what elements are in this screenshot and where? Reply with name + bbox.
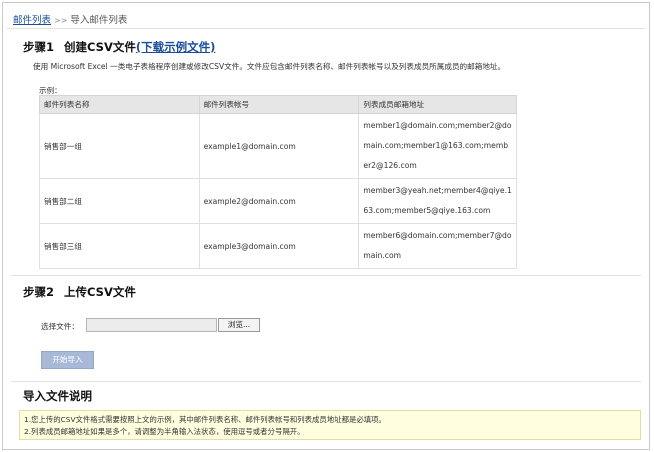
page-frame: 邮件列表 >> 导入邮件列表 步骤1 创建CSV文件(下载示例文件) 使用 Micro…	[2, 2, 650, 450]
cell-list-account: example3@domain.com	[198, 223, 360, 269]
breadcrumb-current: 导入邮件列表	[70, 15, 128, 26]
notes-divider	[11, 381, 641, 382]
file-select-label: 选择文件：	[41, 322, 79, 331]
step2-heading: 步骤2 上传CSV文件	[23, 284, 136, 300]
cell-list-account: example2@domain.com	[198, 178, 360, 224]
step1-heading: 步骤1 创建CSV文件(下载示例文件)	[23, 39, 215, 55]
cell-list-name: 销售部一组	[39, 113, 200, 179]
table-row: 销售部一组 example1@domain.com member1@domain…	[39, 113, 517, 179]
download-sample-link[interactable]: (下载示例文件)	[136, 40, 216, 54]
cell-member-emails: member3@yeah.net;member4@qiye.163.com;me…	[358, 178, 517, 224]
step1-number: 步骤1	[23, 40, 55, 54]
cell-member-emails: member6@domain.com;member7@domain.com	[358, 223, 517, 269]
step1-title: 创建CSV文件	[64, 40, 136, 54]
note-line: 2.列表成员邮箱地址如果是多个，请调整为半角输入法状态，使用逗号或者分号隔开。	[24, 427, 305, 436]
cell-list-account: example1@domain.com	[198, 113, 360, 179]
column-header-list-name: 邮件列表名称	[39, 95, 200, 114]
note-line: 1.您上传的CSV文件格式需要按照上文的示例，其中邮件列表名称、邮件列表帐号和列…	[24, 415, 386, 424]
table-row: 销售部二组 example2@domain.com member3@yeah.n…	[39, 178, 517, 224]
cell-list-name: 销售部三组	[39, 223, 200, 269]
table-row: 销售部三组 example3@domain.com member6@domain…	[39, 223, 517, 269]
table-header-row: 邮件列表名称 邮件列表帐号 列表成员邮箱地址	[39, 95, 517, 114]
breadcrumb: 邮件列表 >> 导入邮件列表	[13, 12, 127, 26]
import-notes-box: 1.您上传的CSV文件格式需要按照上文的示例，其中邮件列表名称、邮件列表帐号和列…	[19, 410, 641, 440]
browse-button[interactable]: 浏览...	[218, 318, 260, 332]
step2-title: 上传CSV文件	[64, 285, 136, 299]
step-divider	[11, 275, 641, 276]
notes-heading: 导入文件说明	[23, 389, 92, 403]
step2-number: 步骤2	[23, 285, 55, 299]
step1-description: 使用 Microsoft Excel 一类电子表格程序创建或修改CSV文件。文件…	[33, 62, 506, 71]
start-import-button[interactable]: 开始导入	[41, 351, 94, 369]
cell-list-name: 销售部二组	[39, 178, 200, 224]
cell-member-emails: member1@domain.com;member2@domain.com;me…	[358, 113, 517, 179]
breadcrumb-separator: >>	[54, 16, 68, 25]
breadcrumb-divider	[7, 28, 645, 29]
example-table: 邮件列表名称 邮件列表帐号 列表成员邮箱地址 销售部一组 example1@do…	[39, 95, 517, 269]
file-path-input[interactable]	[86, 318, 217, 332]
column-header-member-emails: 列表成员邮箱地址	[358, 95, 517, 114]
breadcrumb-mail-list-link[interactable]: 邮件列表	[13, 15, 51, 26]
column-header-list-account: 邮件列表帐号	[198, 95, 360, 114]
